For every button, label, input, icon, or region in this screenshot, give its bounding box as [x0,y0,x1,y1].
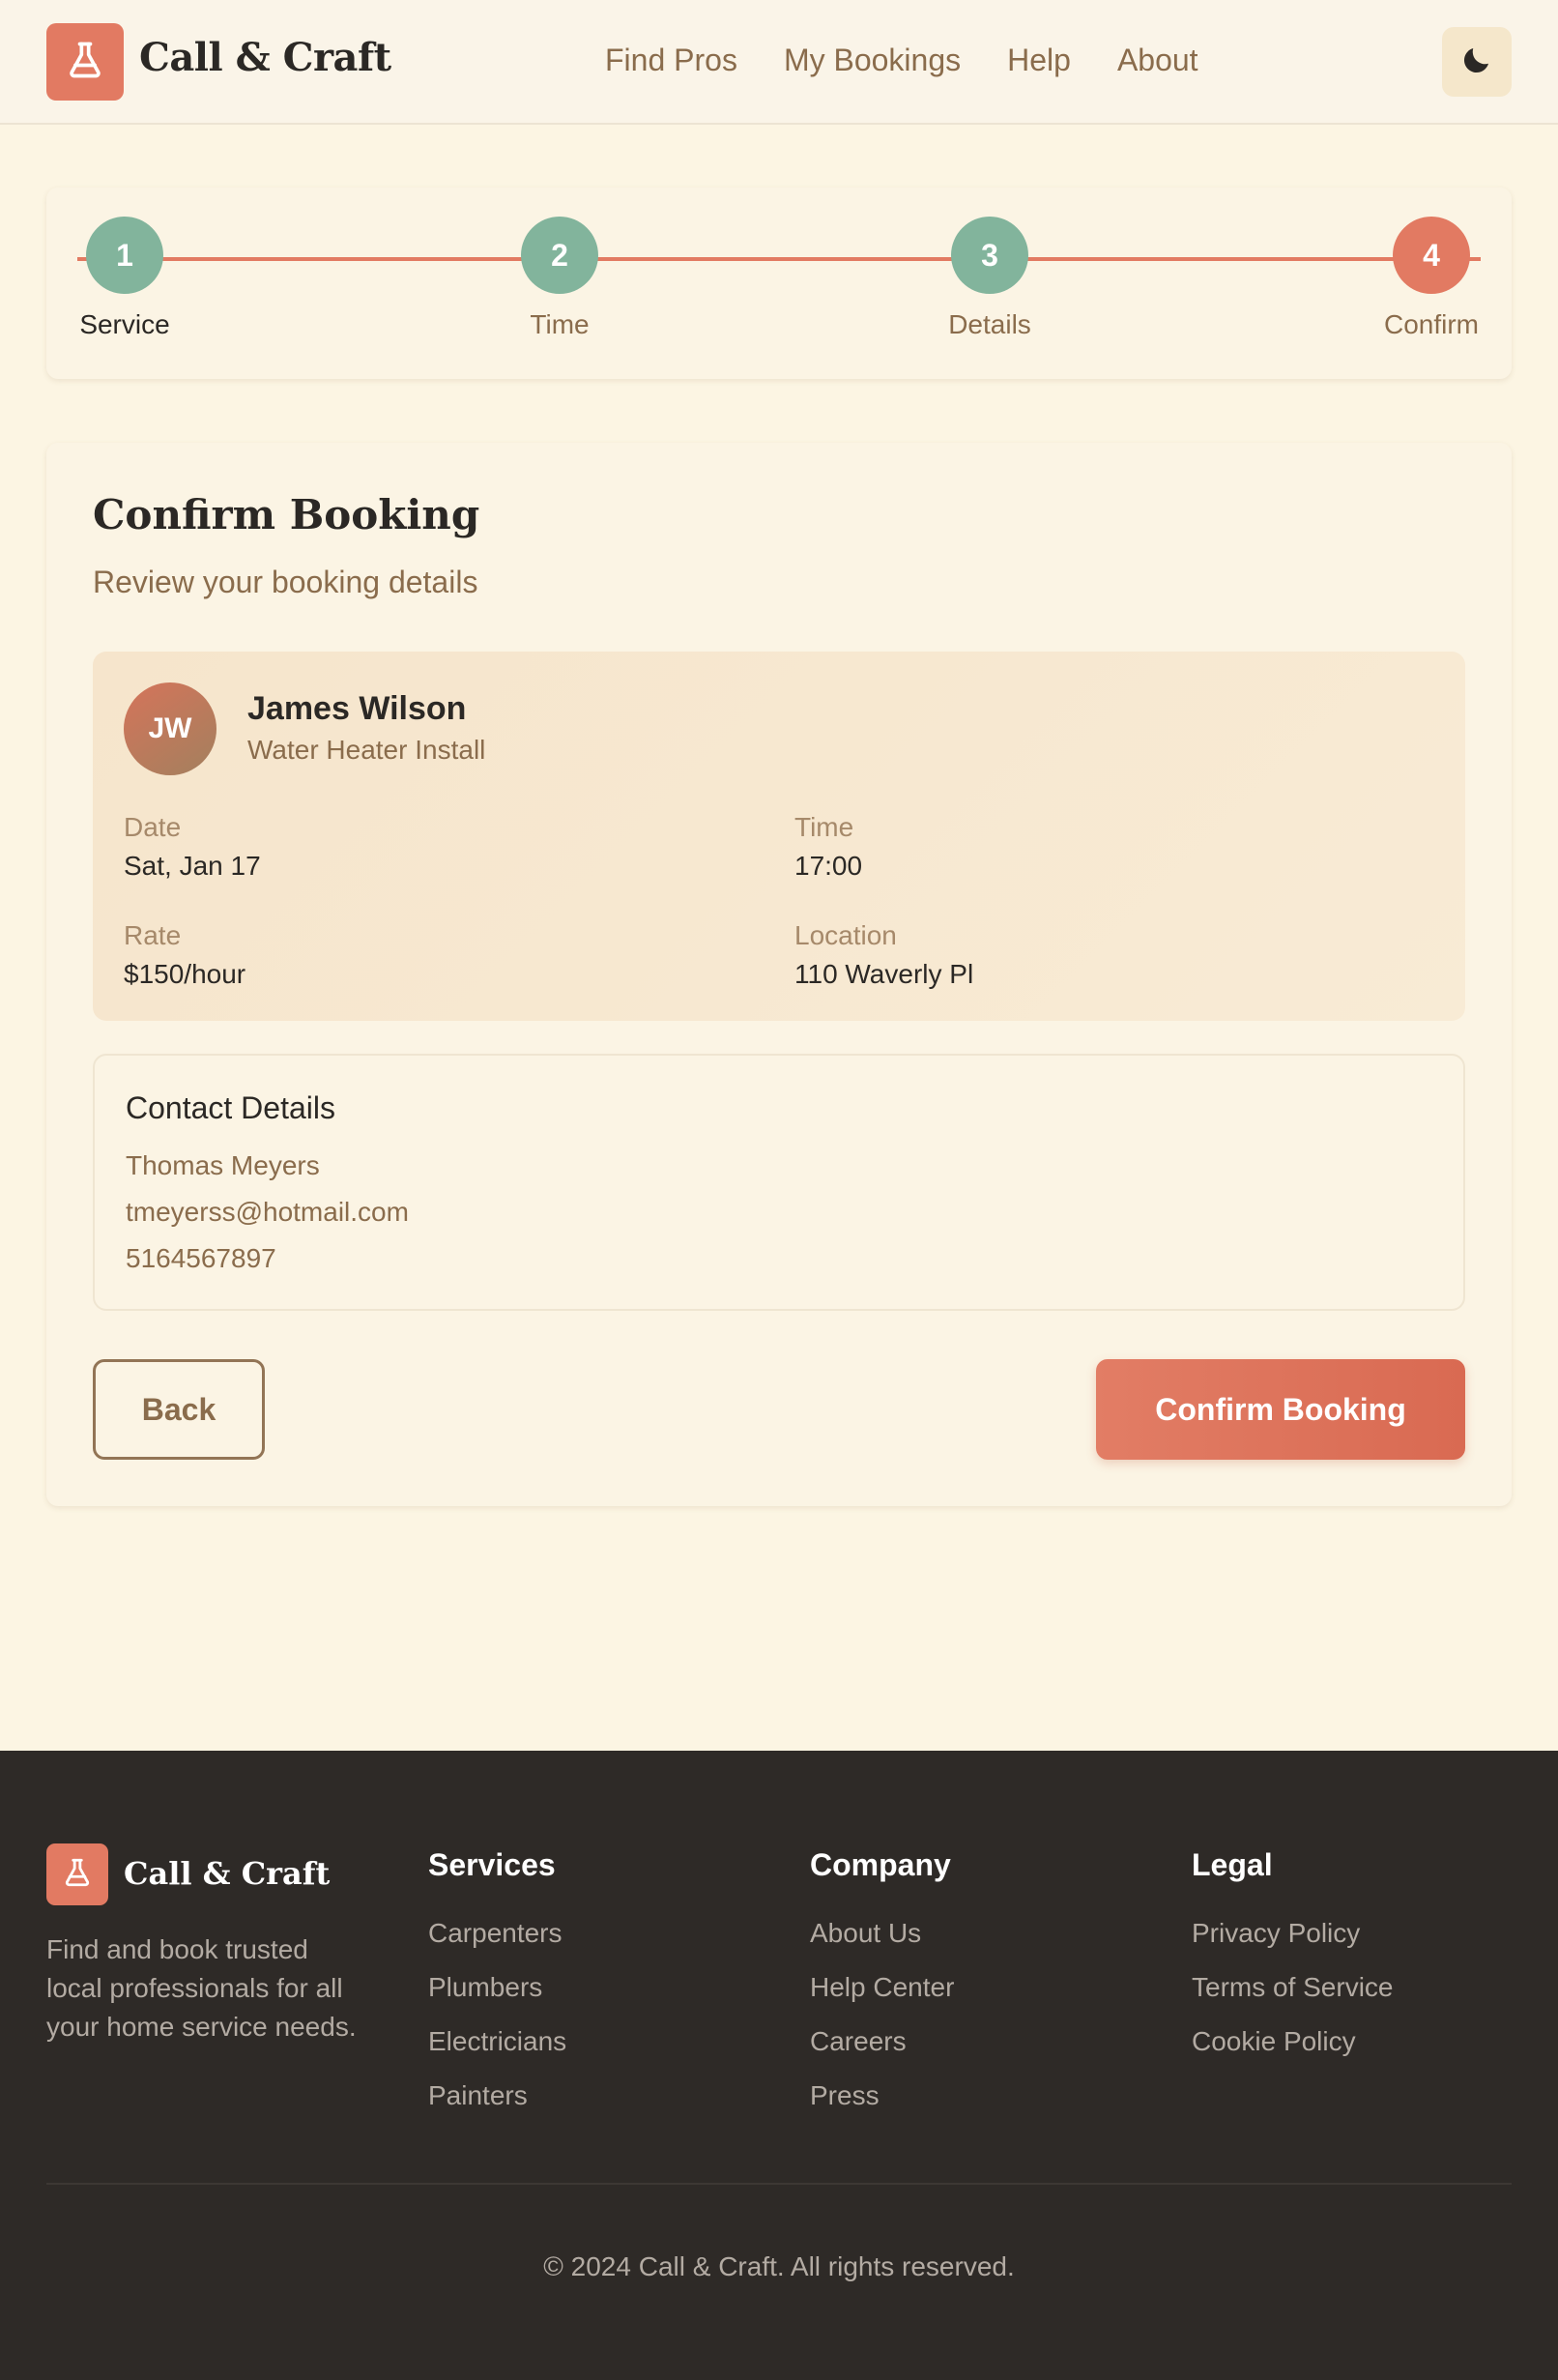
pro-service: Water Heater Install [247,735,486,765]
nav-about[interactable]: About [1117,43,1198,78]
location-value: 110 Waverly Pl [794,959,974,989]
contact-title: Contact Details [126,1090,335,1125]
flask-icon [64,39,106,86]
footer-column-title: Services [428,1847,556,1882]
booking-stepper: 1 Service 2 Time 3 Details 4 Confirm [46,188,1512,379]
time-value: 17:00 [794,851,863,881]
contact-name: Thomas Meyers [126,1150,320,1180]
step-number: 4 [1393,217,1470,294]
date-field: Date Sat, Jan 17 [124,812,261,882]
rate-field: Rate $150/hour [124,920,245,990]
footer-link-terms-of-service[interactable]: Terms of Service [1192,1972,1394,2003]
contact-phone: 5164567897 [126,1243,276,1273]
footer-column-company: Company About Us Help Center Careers Pre… [810,1847,954,2134]
footer-link-help-center[interactable]: Help Center [810,1972,954,2003]
date-label: Date [124,812,182,842]
step-number: 2 [521,217,598,294]
location-label: Location [794,920,897,950]
page-title: Confirm Booking [93,491,480,538]
footer-link-carpenters[interactable]: Carpenters [428,1918,566,1949]
flask-icon [61,1856,94,1894]
footer-link-plumbers[interactable]: Plumbers [428,1972,566,2003]
step-time[interactable]: 2 Time [482,217,637,340]
rate-label: Rate [124,920,182,950]
footer-link-painters[interactable]: Painters [428,2080,566,2111]
contact-email: tmeyerss@hotmail.com [126,1197,409,1227]
theme-toggle-button[interactable] [1442,27,1512,97]
footer-link-electricians[interactable]: Electricians [428,2026,566,2057]
nav-my-bookings[interactable]: My Bookings [784,43,961,78]
step-number: 1 [86,217,163,294]
step-number: 3 [951,217,1028,294]
footer-divider [46,2183,1512,2185]
footer-column-title: Legal [1192,1847,1273,1882]
step-label: Details [948,309,1031,339]
footer-column-title: Company [810,1847,951,1882]
logo[interactable] [46,23,124,101]
date-value: Sat, Jan 17 [124,851,261,881]
moon-icon [1459,43,1494,82]
avatar: JW [124,682,216,775]
pro-name: James Wilson [247,690,467,727]
footer-column-services: Services Carpenters Plumbers Electrician… [428,1847,566,2134]
page-subtitle: Review your booking details [93,565,478,599]
rate-value: $150/hour [124,959,246,989]
step-confirm[interactable]: 4 Confirm [1354,217,1509,340]
footer-link-about-us[interactable]: About Us [810,1918,954,1949]
contact-details: Contact Details Thomas Meyers tmeyerss@h… [93,1054,1465,1311]
site-footer: Call & Craft Find and book trusted local… [0,1751,1558,2380]
footer-column-legal: Legal Privacy Policy Terms of Service Co… [1192,1847,1394,2080]
footer-link-cookie-policy[interactable]: Cookie Policy [1192,2026,1394,2057]
stepper-line [77,257,1481,261]
step-label: Service [79,309,170,339]
nav-find-pros[interactable]: Find Pros [605,43,737,78]
copyright: © 2024 Call & Craft. All rights reserved… [543,2251,1015,2281]
step-details[interactable]: 3 Details [912,217,1067,340]
time-label: Time [794,812,854,842]
brand-name[interactable]: Call & Craft [139,35,391,80]
step-label: Confirm [1383,309,1479,339]
footer-brand[interactable]: Call & Craft [124,1855,330,1892]
footer-link-careers[interactable]: Careers [810,2026,954,2057]
step-service[interactable]: 1 Service [47,217,202,340]
main-nav: Find Pros My Bookings Help About [605,43,1198,78]
location-field: Location 110 Waverly Pl [794,920,973,990]
booking-summary: JW James Wilson Water Heater Install Dat… [93,652,1465,1021]
step-label: Time [530,309,590,339]
confirm-booking-card: Confirm Booking Review your booking deta… [46,443,1512,1506]
footer-logo[interactable] [46,1843,108,1905]
confirm-booking-button[interactable]: Confirm Booking [1096,1359,1465,1460]
footer-link-privacy-policy[interactable]: Privacy Policy [1192,1918,1394,1949]
time-field: Time 17:00 [794,812,862,882]
site-header: Call & Craft Find Pros My Bookings Help … [0,0,1558,125]
footer-link-press[interactable]: Press [810,2080,954,2111]
back-button[interactable]: Back [93,1359,265,1460]
footer-description: Find and book trusted local professional… [46,1934,357,2042]
nav-help[interactable]: Help [1007,43,1071,78]
